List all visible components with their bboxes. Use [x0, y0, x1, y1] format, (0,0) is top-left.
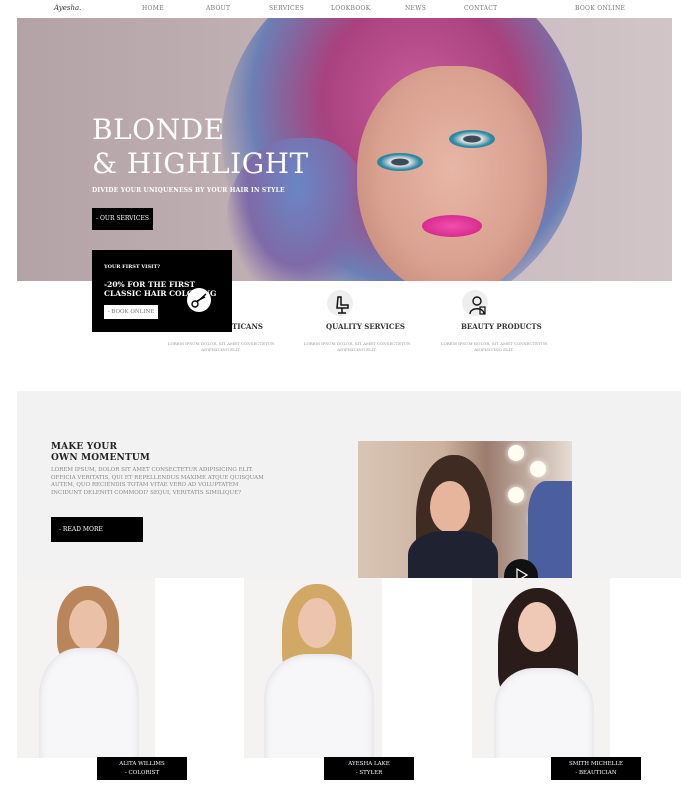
- team-role: - COLORIST: [124, 770, 160, 776]
- team-portrait-coat: [39, 648, 139, 758]
- team-name: AYESHA LAKE: [348, 761, 390, 767]
- nav-services[interactable]: SERVICES: [269, 5, 304, 12]
- hero-model-lips: [422, 215, 482, 237]
- mirror-light: [508, 487, 524, 503]
- our-services-button[interactable]: - OUR SERVICES: [92, 208, 153, 230]
- team-portrait-face: [69, 600, 107, 650]
- nav-contact[interactable]: CONTACT: [464, 5, 497, 12]
- team-name: SMITH MICHELLE: [569, 761, 623, 767]
- hero-model-eye-left: [377, 153, 423, 171]
- promo-kicker: YOUR FIRST VISIT?: [104, 264, 161, 270]
- team-portrait-face: [518, 602, 556, 652]
- client-body: [408, 531, 498, 578]
- stylist-arm: [528, 481, 572, 578]
- nav-book-online[interactable]: BOOK ONLINE: [575, 5, 625, 12]
- feature-title-technicians: TICANS: [232, 322, 263, 331]
- team-card-ayesha: [244, 578, 382, 758]
- hero-banner: BLONDE & HIGHLIGHT DIVIDE YOUR UNIQUENES…: [17, 18, 672, 281]
- feature-title-quality-services: QUALITY SERVICES: [326, 322, 405, 331]
- team-portrait-coat: [264, 654, 374, 758]
- client-face: [430, 481, 470, 533]
- team-card-alita: [17, 578, 155, 758]
- feature-title-beauty-products: BEAUTY PRODUCTS: [461, 322, 542, 331]
- brand-logo[interactable]: Ayesha.: [54, 4, 81, 12]
- momentum-section: MAKE YOUR OWN MOMENTUM LOREM IPSUM, DOLO…: [17, 391, 681, 578]
- momentum-heading: MAKE YOUR OWN MOMENTUM: [51, 442, 150, 464]
- top-nav: Ayesha. HOME ABOUT SERVICES LOOKBOOK NEW…: [0, 0, 681, 18]
- team-role: - BEAUTICIAN: [575, 770, 617, 776]
- nav-lookbook[interactable]: LOOKBOOK: [331, 5, 371, 12]
- play-icon: [516, 568, 528, 578]
- hero-model-face: [357, 66, 547, 281]
- nav-news[interactable]: NEWS: [405, 5, 426, 12]
- hero-title: BLONDE & HIGHLIGHT: [92, 113, 309, 181]
- promo-book-online-button[interactable]: - BOOK ONLINE: [104, 305, 158, 319]
- team-portrait-coat: [494, 668, 594, 758]
- team-label-alita: ALITA WILLIMS - COLORIST: [97, 757, 187, 780]
- momentum-heading-line1: MAKE YOUR: [51, 442, 118, 452]
- team-label-ayesha: AYESHA LAKE - STYLER: [324, 757, 414, 780]
- nav-home[interactable]: HOME: [142, 5, 164, 12]
- feature-desc-quality-services: LOREM IPSUM DOLOR, SIT AMET CONSECTETUR …: [303, 341, 411, 352]
- team-portrait-face: [298, 598, 336, 648]
- beauty-products-icon: [462, 290, 488, 316]
- nav-about[interactable]: ABOUT: [206, 5, 230, 12]
- momentum-paragraph: LOREM IPSUM, DOLOR SIT AMET CONSECTETUR …: [51, 467, 264, 496]
- feature-desc-technicians: LOREM IPSUM DOLOR, SIT AMET CONSECTETUR …: [167, 341, 275, 352]
- team-card-smith: [472, 578, 610, 758]
- team-name: ALITA WILLIMS: [119, 761, 165, 767]
- hero-model-eye-right: [449, 130, 495, 148]
- hero-title-line1: BLONDE: [92, 113, 225, 146]
- first-visit-promo: YOUR FIRST VISIT? -20% FOR THE FIRST CLA…: [92, 250, 232, 332]
- hero-title-line2: & HIGHLIGHT: [92, 147, 309, 180]
- mirror-light: [508, 445, 524, 461]
- hero-subtitle: DIVIDE YOUR UNIQUENESS BY YOUR HAIR IN S…: [92, 187, 285, 194]
- salon-video-thumbnail[interactable]: [358, 441, 572, 578]
- team-label-smith: SMITH MICHELLE - BEAUTICIAN: [551, 757, 641, 780]
- feature-desc-beauty-products: LOREM IPSUM DOLOR, SIT AMET CONSECTETUR …: [440, 341, 548, 352]
- read-more-button[interactable]: - READ MORE: [51, 517, 143, 542]
- scissors-icon: [187, 288, 211, 312]
- salon-chair-icon: [327, 290, 353, 316]
- momentum-heading-line2: OWN MOMENTUM: [51, 453, 151, 463]
- mirror-light: [530, 461, 546, 477]
- team-role: - STYLER: [355, 770, 383, 776]
